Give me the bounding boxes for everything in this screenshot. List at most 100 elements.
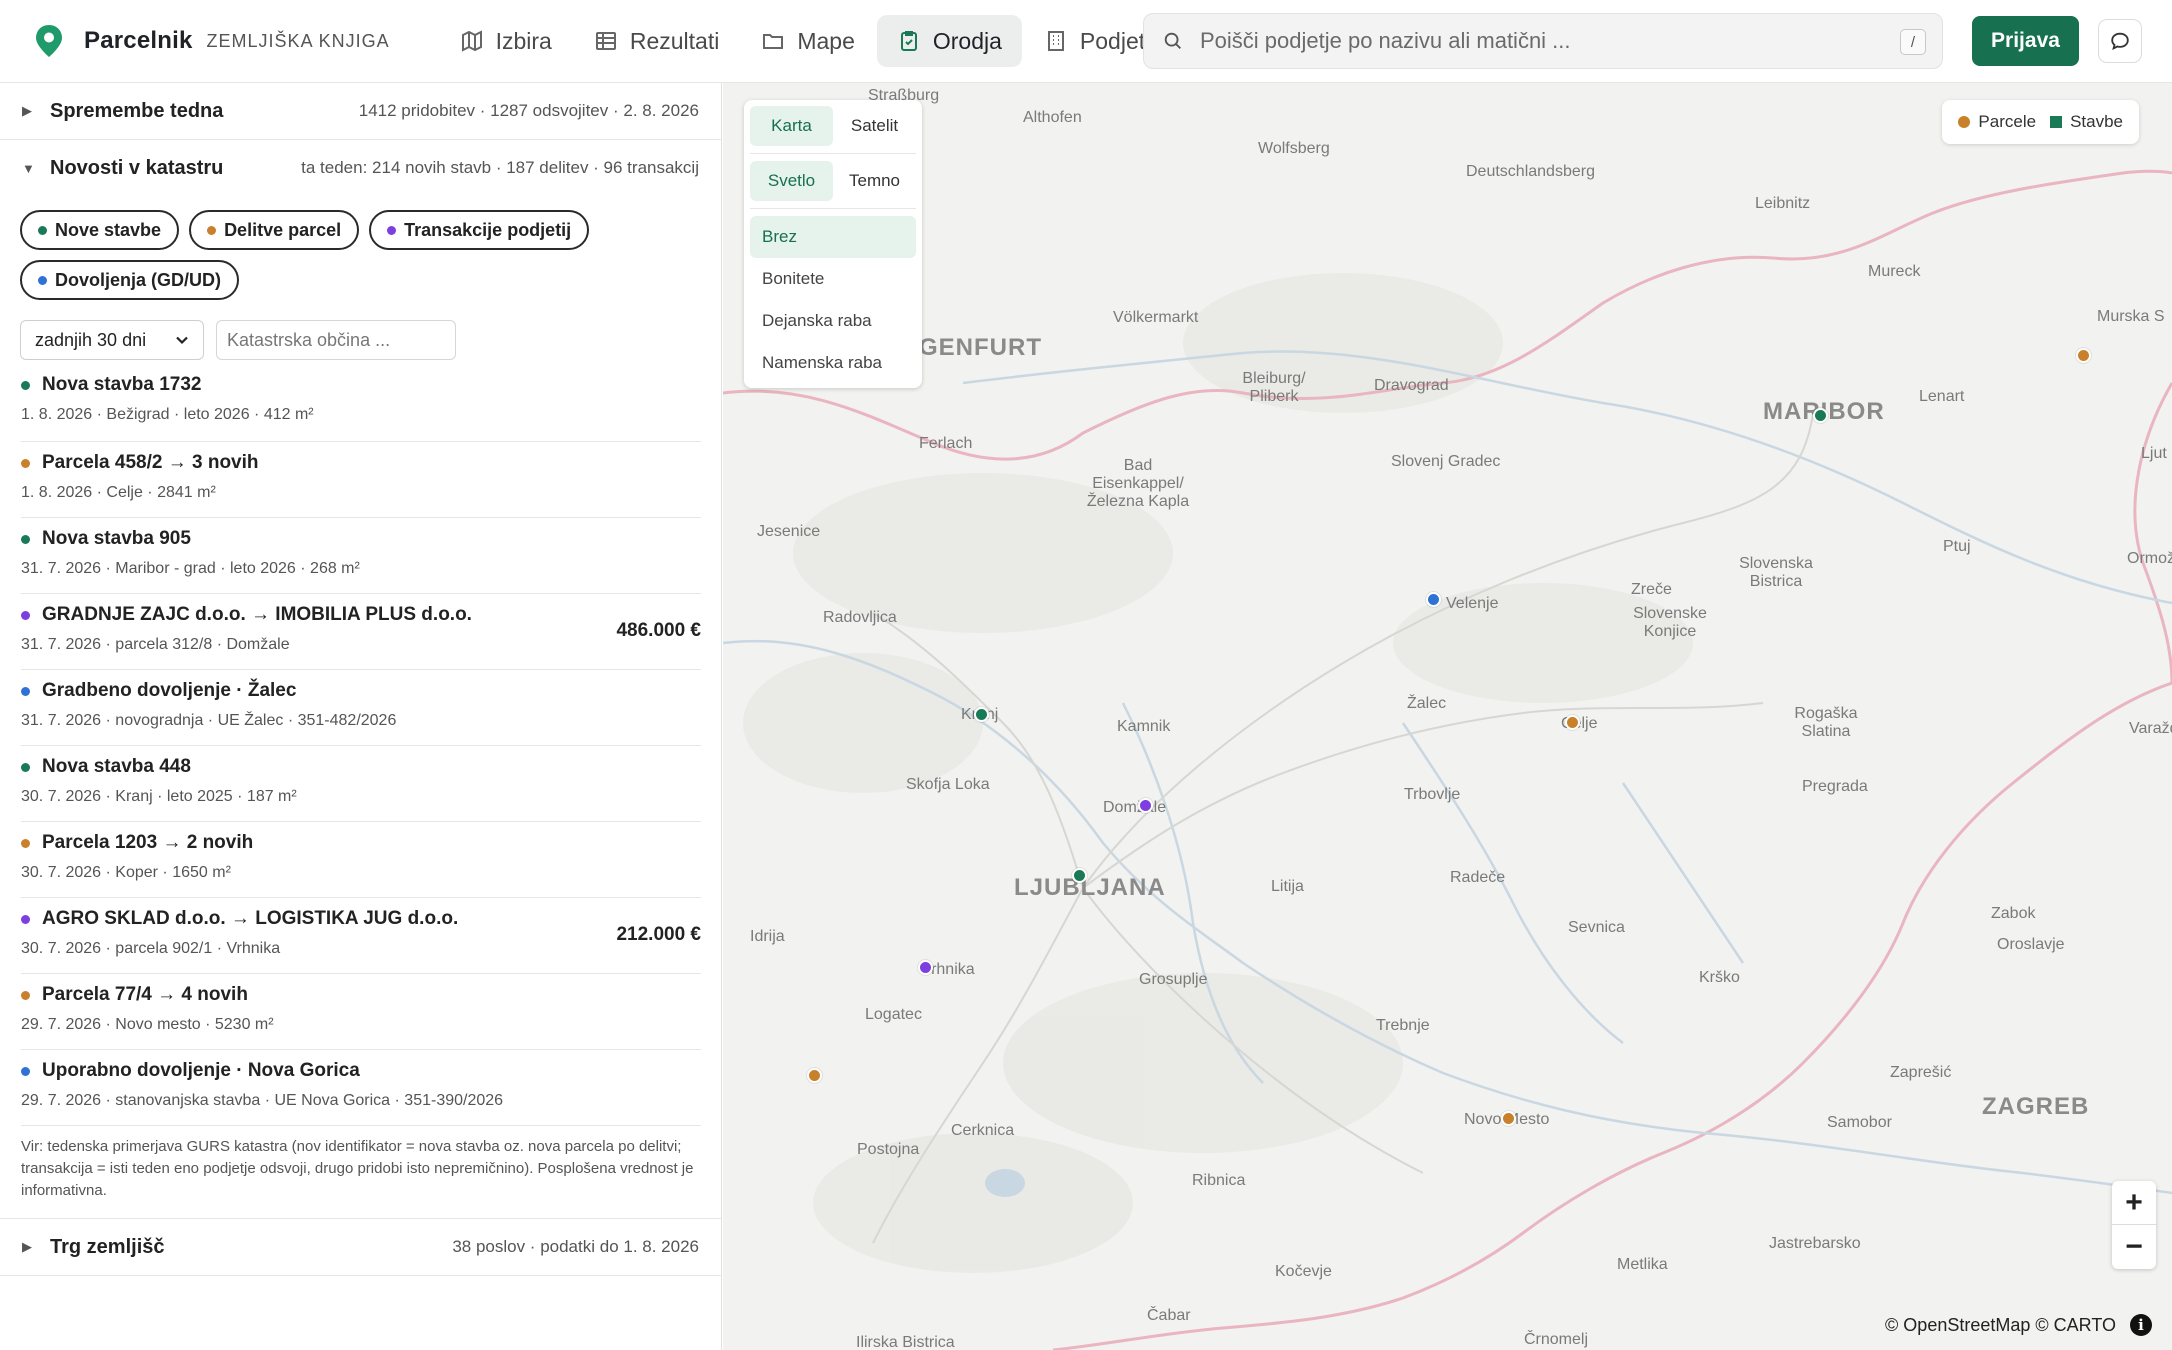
place-label: Logatec (865, 1006, 922, 1023)
clipboard-icon (900, 31, 917, 51)
zoom-control: + − (2112, 1181, 2156, 1269)
login-button[interactable]: Prijava (1972, 16, 2079, 66)
tab-karta[interactable]: Karta (750, 106, 833, 146)
feed-item[interactable]: GRADNJE ZAJC d.o.o. → IMOBILIA PLUS d.o.… (21, 594, 701, 670)
overlay-option-namenska-raba[interactable]: Namenska raba (750, 342, 916, 384)
search-input[interactable] (1200, 28, 1880, 54)
chip-parcel-splits[interactable]: Delitve parcel (189, 210, 360, 250)
dot-icon (207, 225, 217, 235)
feed-item-title: Nova stavba 905 (42, 528, 191, 549)
chip-label: Nove stavbe (55, 219, 162, 240)
feed-item-meta: 29. 7. 2026 · Novo mesto · 5230 m² (21, 1016, 274, 1033)
feed-item[interactable]: Nova stavba 905 31. 7. 2026 · Maribor - … (21, 518, 701, 594)
place-label: Sevnica (1568, 919, 1625, 936)
feed-item[interactable]: Uporabno dovoljenje · Nova Gorica 29. 7.… (21, 1050, 701, 1126)
dot-icon (21, 838, 30, 848)
place-label: Litija (1271, 878, 1304, 895)
feed-item-meta: 30. 7. 2026 · Kranj · leto 2025 · 187 m² (21, 788, 297, 805)
main-nav: Izbira Rezultati Mape Orodja Podjetja (440, 15, 1185, 67)
feed-item[interactable]: Nova stavba 448 30. 7. 2026 · Kranj · le… (21, 746, 701, 822)
section-title: Trg zemljišč (50, 1235, 165, 1258)
chat-button[interactable] (2098, 19, 2142, 63)
dot-icon (21, 914, 30, 924)
map-marker-building[interactable] (1072, 868, 1087, 883)
map-marker-parcel[interactable] (1501, 1111, 1516, 1126)
section-cadastre-news[interactable]: ▼ Novosti v katastru ta teden: 214 novih… (0, 140, 721, 196)
zoom-in-button[interactable]: + (2112, 1181, 2156, 1225)
feed-item[interactable]: AGRO SKLAD d.o.o. → LOGISTIKA JUG d.o.o.… (21, 898, 701, 974)
place-label: Čabar (1147, 1307, 1191, 1324)
overlay-option-dejanska-raba[interactable]: Dejanska raba (750, 300, 916, 342)
section-meta: 38 poslov · podatki do 1. 8. 2026 (452, 1237, 699, 1256)
place-label: GENFURT (919, 334, 1042, 361)
cadastral-municipality-input[interactable] (216, 320, 456, 360)
nav-izbira[interactable]: Izbira (440, 15, 572, 67)
divider (750, 208, 916, 209)
info-icon[interactable]: i (2130, 1314, 2152, 1336)
tab-satelit[interactable]: Satelit (833, 106, 916, 146)
place-label: Črnomelj (1524, 1331, 1589, 1348)
chip-permits[interactable]: Dovoljenja (GD/UD) (20, 260, 240, 300)
chip-new-buildings[interactable]: Nove stavbe (20, 210, 180, 250)
place-label: Skofja Loka (906, 776, 990, 793)
place-label: Zaprešić (1890, 1064, 1952, 1081)
feed-item[interactable]: Nova stavba 1732 1. 8. 2026 · Bežigrad ·… (21, 374, 701, 442)
map-marker-building[interactable] (1813, 408, 1828, 423)
overlay-option-bonitete[interactable]: Bonitete (750, 258, 916, 300)
map-basemap (723, 169, 2172, 1350)
place-label: Kočevje (1275, 1263, 1332, 1280)
tab-svetlo[interactable]: Svetlo (750, 161, 833, 201)
map-marker-transaction[interactable] (918, 960, 933, 975)
legend-item-buildings: Stavbe (2050, 112, 2123, 132)
nav-mape[interactable]: Mape (741, 15, 875, 67)
brand[interactable]: Parcelnik ZEMLJIŠKA KNJIGA (34, 24, 390, 58)
place-label: Varaždin (2129, 720, 2172, 737)
overlay-option-brez[interactable]: Brez (750, 216, 916, 258)
place-label: Slovenj Gradec (1391, 453, 1501, 470)
chip-label: Delitve parcel (224, 219, 342, 240)
left-panel: ▶ Spremembe tedna 1412 pridobitev · 1287… (0, 83, 722, 1350)
source-note: Vir: tedenska primerjava GURS katastra (… (21, 1138, 694, 1199)
feed-item[interactable]: Gradbeno dovoljenje · Žalec 31. 7. 2026 … (21, 670, 701, 746)
map-marker-parcel[interactable] (1565, 715, 1580, 730)
chip-company-transactions[interactable]: Transakcije podjetij (369, 210, 590, 250)
section-title: Spremembe tedna (50, 99, 224, 122)
dot-icon (21, 458, 30, 468)
folder-icon (763, 34, 784, 49)
dot-icon (38, 275, 47, 285)
map-view[interactable]: Straßburg Althofen Wolfsberg Deutschland… (723, 83, 2172, 1350)
feed-item-title: Nova stavba 1732 (42, 374, 202, 395)
place-label: Velenje (1446, 595, 1499, 612)
feed-item[interactable]: Parcela 458/2 → 3 novih 1. 8. 2026 · Cel… (21, 442, 701, 518)
zoom-out-button[interactable]: − (2112, 1225, 2156, 1269)
place-label: Wolfsberg (1258, 140, 1330, 157)
place-label: Radovljica (823, 609, 897, 626)
top-bar: Parcelnik ZEMLJIŠKA KNJIGA Izbira Rezult… (0, 0, 2172, 83)
place-label: Bad Eisenkappel/ Železna Kapla (1086, 457, 1190, 510)
place-label: Ferlach (919, 435, 973, 452)
period-select[interactable]: zadnjih 30 dni (20, 320, 204, 360)
map-marker-parcel[interactable] (2076, 348, 2091, 363)
dot-icon (387, 225, 397, 235)
place-label: Krško (1699, 969, 1740, 986)
section-weekly-changes[interactable]: ▶ Spremembe tedna 1412 pridobitev · 1287… (0, 83, 721, 139)
feed-item[interactable]: Parcela 1203 → 2 novih 30. 7. 2026 · Kop… (21, 822, 701, 898)
map-marker-building[interactable] (974, 707, 989, 722)
tab-temno[interactable]: Temno (833, 161, 916, 201)
feed-item[interactable]: Parcela 77/4 → 4 novih 29. 7. 2026 · Nov… (21, 974, 701, 1050)
dot-icon (21, 762, 30, 772)
transaction-value: 212.000 € (616, 924, 701, 945)
section-land-market[interactable]: ▶ Trg zemljišč 38 poslov · podatki do 1.… (0, 1219, 721, 1275)
feed-item-title: Parcela 77/4 → 4 novih (42, 984, 248, 1005)
nav-rezultati[interactable]: Rezultati (574, 15, 739, 67)
dot-icon (1958, 116, 1971, 128)
place-label: Cerknica (951, 1122, 1015, 1139)
place-label: Bleiburg/ Pliberk (1242, 370, 1306, 405)
caret-down-icon: ▼ (22, 160, 35, 176)
map-marker-permit[interactable] (1426, 592, 1441, 607)
map-marker-parcel[interactable] (807, 1068, 822, 1083)
place-label: Völkermarkt (1113, 309, 1199, 326)
nav-orodja[interactable]: Orodja (876, 15, 1022, 67)
place-label: Zreče (1631, 581, 1672, 598)
map-marker-transaction[interactable] (1138, 798, 1153, 813)
